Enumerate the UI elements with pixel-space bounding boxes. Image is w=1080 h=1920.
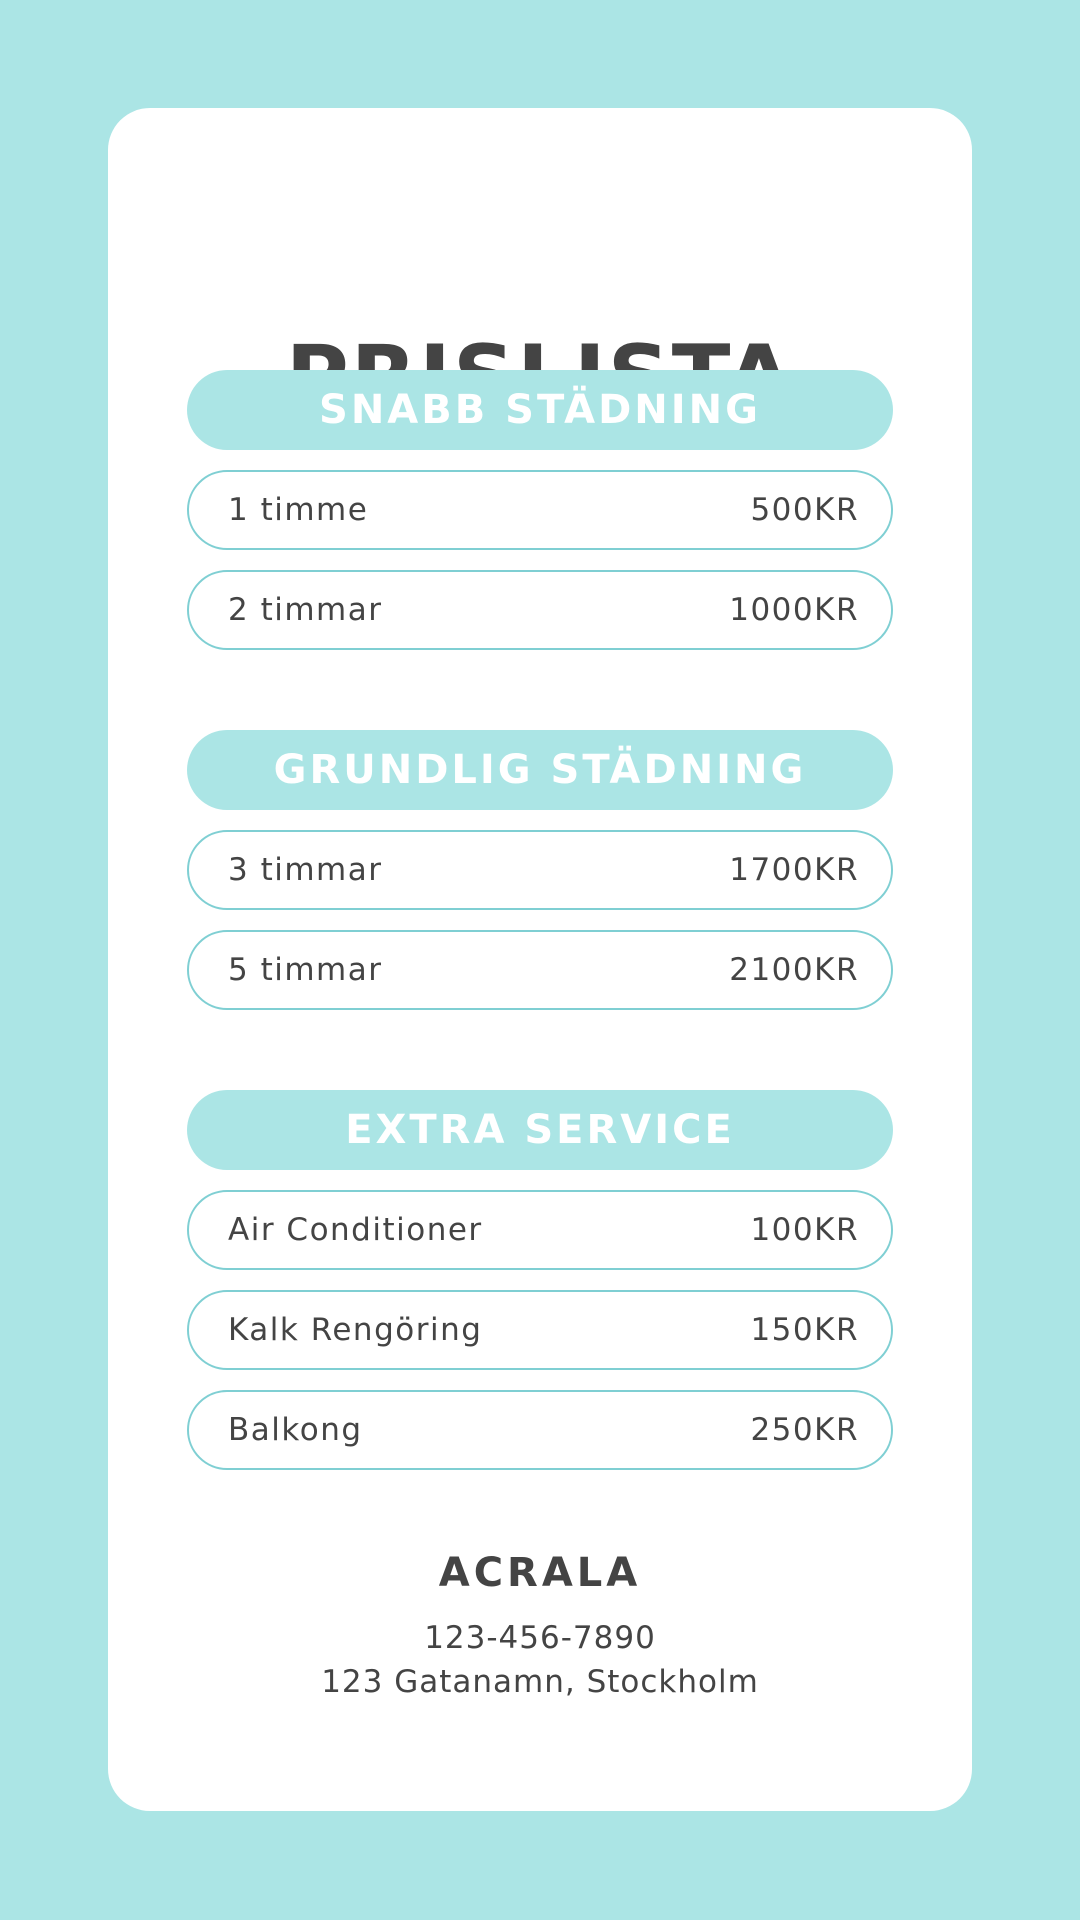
price-list-card: PRISLISTA SNABB STÄDNING 1 timme 500KR 2… (108, 108, 972, 1811)
service-price: 1000KR (729, 592, 859, 628)
service-price: 250KR (750, 1412, 859, 1448)
service-label: 1 timme (228, 492, 369, 528)
section-heading: SNABB STÄDNING (187, 370, 893, 450)
company-name: ACRALA (438, 1550, 642, 1596)
service-label: 3 timmar (228, 852, 383, 888)
service-price: 1700KR (729, 852, 859, 888)
company-address: 123 Gatanamn, Stockholm (321, 1664, 759, 1700)
service-label: Air Conditioner (228, 1212, 483, 1248)
section-grundlig-stadning: GRUNDLIG STÄDNING 3 timmar 1700KR 5 timm… (187, 730, 893, 1030)
price-row: Kalk Rengöring 150KR (187, 1290, 893, 1370)
service-label: 2 timmar (228, 592, 383, 628)
service-price: 100KR (750, 1212, 859, 1248)
service-label: Balkong (228, 1412, 363, 1448)
section-snabb-stadning: SNABB STÄDNING 1 timme 500KR 2 timmar 10… (187, 370, 893, 670)
section-heading: GRUNDLIG STÄDNING (187, 730, 893, 810)
service-label: 5 timmar (228, 952, 383, 988)
service-price: 150KR (750, 1312, 859, 1348)
price-row: 3 timmar 1700KR (187, 830, 893, 910)
price-row: Air Conditioner 100KR (187, 1190, 893, 1270)
price-row: Balkong 250KR (187, 1390, 893, 1470)
service-price: 2100KR (729, 952, 859, 988)
price-row: 1 timme 500KR (187, 470, 893, 550)
service-price: 500KR (750, 492, 859, 528)
price-row: 5 timmar 2100KR (187, 930, 893, 1010)
section-heading: EXTRA SERVICE (187, 1090, 893, 1170)
service-label: Kalk Rengöring (228, 1312, 483, 1348)
section-extra-service: EXTRA SERVICE Air Conditioner 100KR Kalk… (187, 1090, 893, 1490)
price-row: 2 timmar 1000KR (187, 570, 893, 650)
company-phone: 123-456-7890 (424, 1620, 656, 1656)
